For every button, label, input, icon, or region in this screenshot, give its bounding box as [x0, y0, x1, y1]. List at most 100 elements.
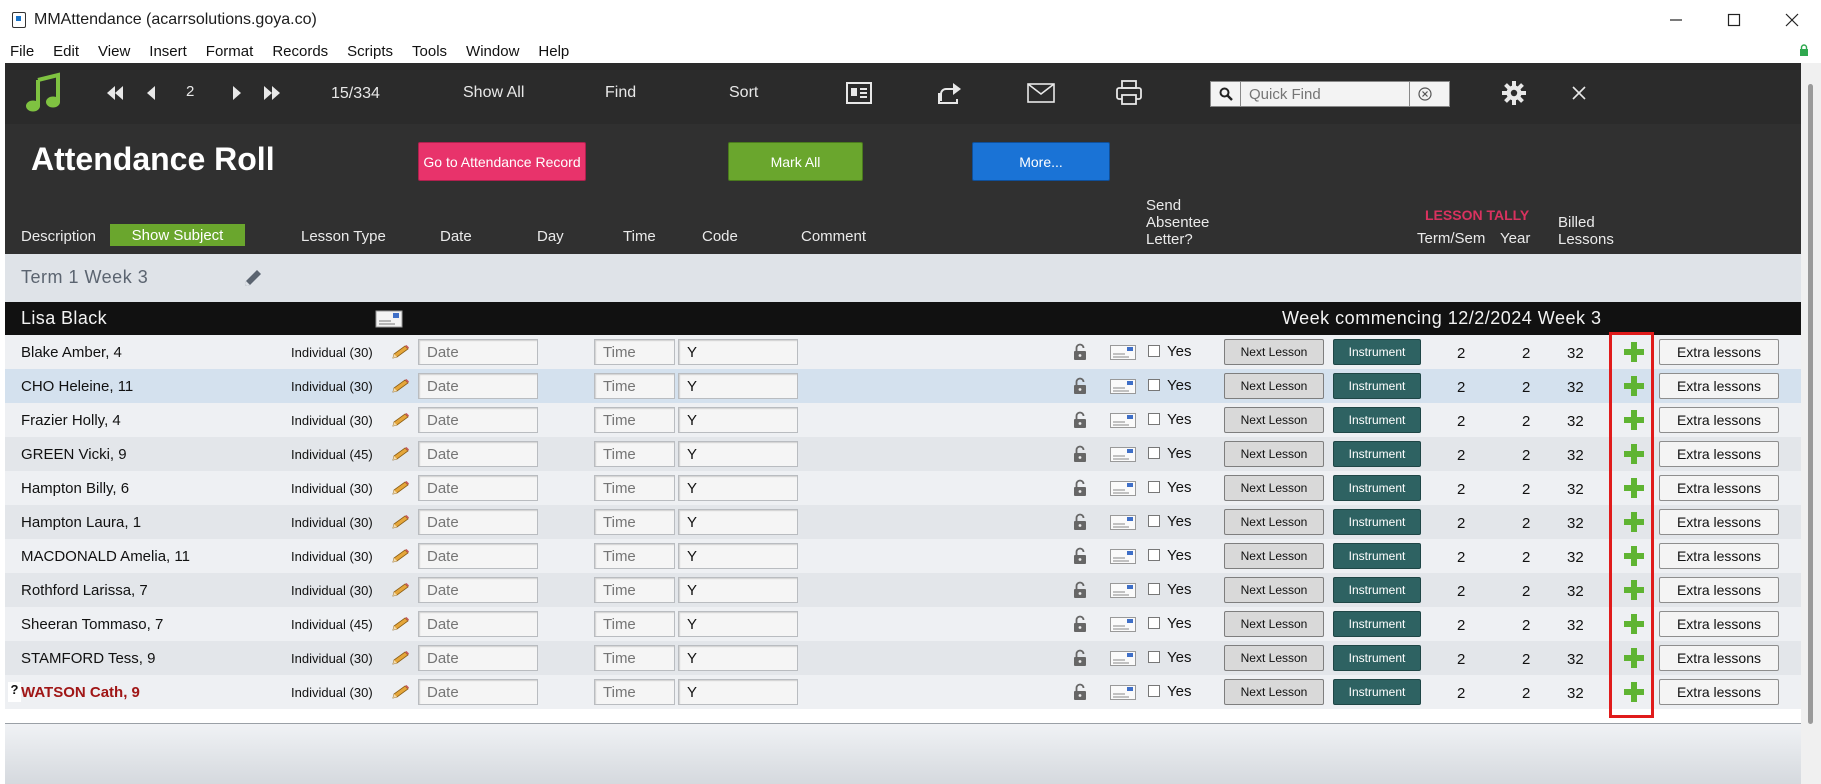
table-row[interactable]: Blake Amber, 4 Individual (30) Yes Next Les…: [5, 335, 1801, 369]
date-field[interactable]: [418, 407, 538, 433]
code-field[interactable]: [678, 509, 798, 535]
code-field[interactable]: [678, 543, 798, 569]
close-icon[interactable]: [1572, 86, 1586, 100]
absentee-letter-icon[interactable]: [1110, 685, 1136, 700]
menu-tools[interactable]: Tools: [402, 43, 456, 60]
flag-marker[interactable]: ?: [8, 682, 21, 702]
add-extra-lesson-icon[interactable]: [1623, 341, 1645, 363]
next-lesson-button[interactable]: Next Lesson: [1224, 475, 1324, 501]
extra-lessons-button[interactable]: Extra lessons: [1659, 611, 1779, 637]
date-field[interactable]: [418, 543, 538, 569]
last-record-icon[interactable]: [263, 86, 281, 100]
menu-file[interactable]: File: [0, 43, 43, 60]
edit-pencil-icon[interactable]: [242, 267, 264, 289]
minimize-icon[interactable]: [1647, 0, 1705, 40]
edit-lesson-pencil-icon[interactable]: [391, 480, 411, 496]
quick-find-input[interactable]: [1241, 83, 1409, 105]
instrument-button[interactable]: Instrument: [1333, 475, 1421, 501]
absentee-letter-icon[interactable]: [1110, 549, 1136, 564]
edit-lesson-pencil-icon[interactable]: [391, 412, 411, 428]
lock-icon[interactable]: [1073, 445, 1087, 463]
extra-lessons-button[interactable]: Extra lessons: [1659, 407, 1779, 433]
time-field[interactable]: [594, 509, 675, 535]
menu-window[interactable]: Window: [456, 43, 528, 60]
extra-lessons-button[interactable]: Extra lessons: [1659, 441, 1779, 467]
next-lesson-button[interactable]: Next Lesson: [1224, 543, 1324, 569]
print-icon[interactable]: [1115, 79, 1143, 107]
edit-lesson-pencil-icon[interactable]: [391, 514, 411, 530]
code-field[interactable]: [678, 407, 798, 433]
contact-card-icon[interactable]: [846, 82, 872, 104]
edit-lesson-pencil-icon[interactable]: [391, 684, 411, 700]
instrument-button[interactable]: Instrument: [1333, 339, 1421, 365]
send-letter-checkbox[interactable]: [1148, 379, 1160, 391]
next-lesson-button[interactable]: Next Lesson: [1224, 577, 1324, 603]
next-lesson-button[interactable]: Next Lesson: [1224, 679, 1324, 705]
send-letter-checkbox[interactable]: [1148, 617, 1160, 629]
absentee-letter-icon[interactable]: [1110, 583, 1136, 598]
next-lesson-button[interactable]: Next Lesson: [1224, 645, 1324, 671]
time-field[interactable]: [594, 441, 675, 467]
show-subject-button[interactable]: Show Subject: [110, 224, 245, 246]
send-letter-checkbox[interactable]: [1148, 345, 1160, 357]
extra-lessons-button[interactable]: Extra lessons: [1659, 475, 1779, 501]
absentee-letter-icon[interactable]: [1110, 345, 1136, 360]
next-lesson-button[interactable]: Next Lesson: [1224, 509, 1324, 535]
time-field[interactable]: [594, 679, 675, 705]
menu-edit[interactable]: Edit: [43, 43, 88, 60]
lock-icon[interactable]: [1073, 513, 1087, 531]
absentee-letter-icon[interactable]: [1110, 413, 1136, 428]
send-letter-checkbox[interactable]: [1148, 685, 1160, 697]
code-field[interactable]: [678, 577, 798, 603]
edit-lesson-pencil-icon[interactable]: [391, 378, 411, 394]
clear-search-icon[interactable]: [1409, 82, 1439, 106]
absentee-letter-icon[interactable]: [1110, 651, 1136, 666]
next-lesson-button[interactable]: Next Lesson: [1224, 339, 1324, 365]
edit-lesson-pencil-icon[interactable]: [391, 650, 411, 666]
add-extra-lesson-icon[interactable]: [1623, 681, 1645, 703]
code-field[interactable]: [678, 645, 798, 671]
next-lesson-button[interactable]: Next Lesson: [1224, 611, 1324, 637]
time-field[interactable]: [594, 339, 675, 365]
instrument-button[interactable]: Instrument: [1333, 679, 1421, 705]
show-all-button[interactable]: Show All: [463, 84, 524, 102]
next-lesson-button[interactable]: Next Lesson: [1224, 441, 1324, 467]
close-window-icon[interactable]: [1763, 0, 1821, 40]
instrument-button[interactable]: Instrument: [1333, 645, 1421, 671]
sort-button[interactable]: Sort: [729, 84, 758, 102]
export-icon[interactable]: [937, 81, 963, 105]
instrument-button[interactable]: Instrument: [1333, 441, 1421, 467]
send-letter-checkbox[interactable]: [1148, 583, 1160, 595]
date-field[interactable]: [418, 509, 538, 535]
time-field[interactable]: [594, 475, 675, 501]
lock-icon[interactable]: [1073, 581, 1087, 599]
maximize-icon[interactable]: [1705, 0, 1763, 40]
lock-icon[interactable]: [1073, 479, 1087, 497]
letter-icon[interactable]: [375, 310, 403, 328]
date-field[interactable]: [418, 645, 538, 671]
lock-icon[interactable]: [1073, 377, 1087, 395]
table-row[interactable]: Sheeran Tommaso, 7 Individual (45) Yes Next…: [5, 607, 1801, 641]
edit-lesson-pencil-icon[interactable]: [391, 446, 411, 462]
date-field[interactable]: [418, 441, 538, 467]
add-extra-lesson-icon[interactable]: [1623, 409, 1645, 431]
time-field[interactable]: [594, 611, 675, 637]
menu-insert[interactable]: Insert: [139, 43, 196, 60]
code-field[interactable]: [678, 611, 798, 637]
date-field[interactable]: [418, 339, 538, 365]
add-extra-lesson-icon[interactable]: [1623, 511, 1645, 533]
add-extra-lesson-icon[interactable]: [1623, 579, 1645, 601]
send-letter-checkbox[interactable]: [1148, 481, 1160, 493]
instrument-button[interactable]: Instrument: [1333, 611, 1421, 637]
go-to-attendance-record-button[interactable]: Go to Attendance Record: [418, 142, 586, 181]
send-letter-checkbox[interactable]: [1148, 413, 1160, 425]
previous-record-icon[interactable]: [146, 86, 156, 100]
instrument-button[interactable]: Instrument: [1333, 577, 1421, 603]
edit-lesson-pencil-icon[interactable]: [391, 344, 411, 360]
absentee-letter-icon[interactable]: [1110, 617, 1136, 632]
time-field[interactable]: [594, 543, 675, 569]
add-extra-lesson-icon[interactable]: [1623, 477, 1645, 499]
table-row[interactable]: Hampton Laura, 1 Individual (30) Yes Next L…: [5, 505, 1801, 539]
time-field[interactable]: [594, 645, 675, 671]
code-field[interactable]: [678, 475, 798, 501]
